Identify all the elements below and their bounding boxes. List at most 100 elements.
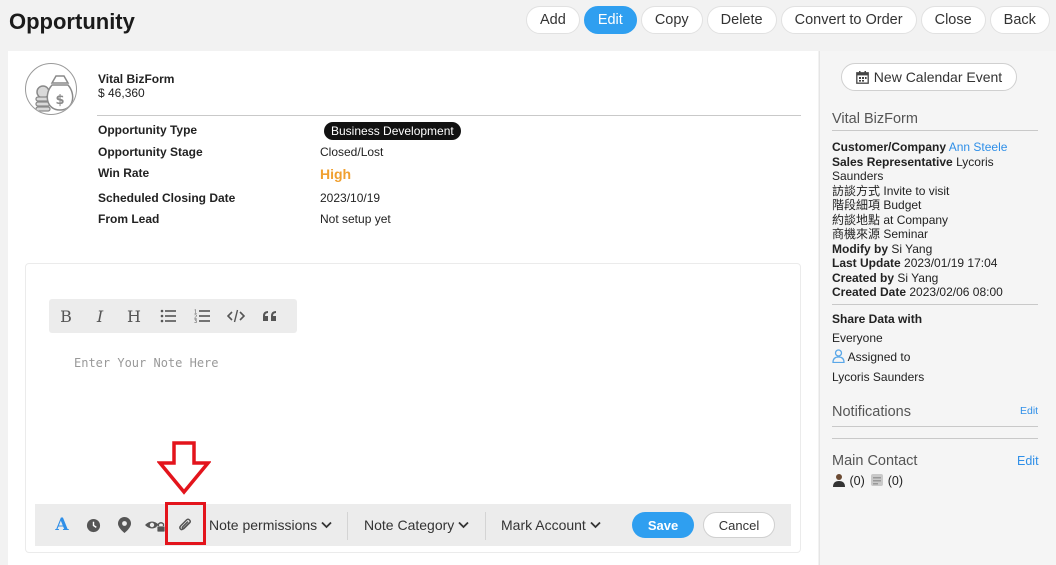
field-label-win-rate: Win Rate bbox=[98, 166, 150, 180]
calendar-icon bbox=[855, 70, 869, 84]
chevron-down-icon bbox=[458, 521, 469, 529]
detail-stage-item: 階段細項 Budget bbox=[832, 198, 1038, 213]
detail-customer-label: Customer/Company bbox=[832, 140, 947, 154]
sidebar-company-heading: Vital BizForm bbox=[832, 111, 918, 127]
share-everyone: Everyone bbox=[832, 331, 883, 345]
mark-account-label: Mark Account bbox=[501, 517, 586, 533]
new-calendar-event-button[interactable]: New Calendar Event bbox=[841, 63, 1017, 91]
detail-modify-by: Modify by Si Yang bbox=[832, 242, 1038, 257]
detail-source-value: Seminar bbox=[883, 227, 929, 241]
back-button[interactable]: Back bbox=[989, 6, 1050, 34]
notifications-edit-link[interactable]: Edit bbox=[1020, 405, 1038, 417]
svg-text:3: 3 bbox=[194, 319, 197, 323]
close-button[interactable]: Close bbox=[920, 6, 986, 34]
bold-icon[interactable]: B bbox=[49, 299, 83, 333]
attachment-highlight-box bbox=[165, 502, 206, 545]
header-divider bbox=[97, 115, 801, 116]
format-toolbar: B I H 123 bbox=[49, 299, 297, 333]
detail-visit-method: 訪談方式 Invite to visit bbox=[832, 184, 1038, 199]
detail-created-by: Created by Si Yang bbox=[832, 271, 1038, 286]
detail-meeting-place-label: 約談地點 bbox=[832, 212, 881, 227]
eye-lock-icon[interactable] bbox=[144, 516, 166, 534]
detail-visit-method-label: 訪談方式 bbox=[832, 183, 881, 198]
detail-last-update-label: Last Update bbox=[832, 256, 901, 270]
field-value-opportunity-stage: Closed/Lost bbox=[320, 145, 384, 159]
svg-text:$: $ bbox=[55, 93, 64, 108]
field-label-from-lead: From Lead bbox=[98, 212, 160, 226]
note-category-dropdown[interactable]: Note Category bbox=[364, 517, 469, 533]
detail-sales-rep-label: Sales Representative bbox=[832, 154, 953, 169]
italic-icon[interactable]: I bbox=[83, 299, 117, 333]
note-permissions-dropdown[interactable]: Note permissions bbox=[209, 517, 332, 533]
detail-created-date-value: 2023/02/06 08:00 bbox=[909, 285, 1003, 299]
contact-person-count: (0) bbox=[849, 474, 865, 488]
detail-stage-item-label: 階段細項 bbox=[832, 198, 881, 212]
field-label-opportunity-type: Opportunity Type bbox=[98, 123, 198, 137]
assigned-name: Lycoris Saunders bbox=[832, 370, 925, 384]
action-toolbar: Add Edit Copy Delete Convert to Order Cl… bbox=[526, 6, 1050, 34]
edit-button[interactable]: Edit bbox=[583, 6, 637, 34]
detail-created-by-label: Created by bbox=[832, 270, 895, 285]
note-editor: B I H 123 Enter Your Note Here A Note pe… bbox=[25, 263, 801, 553]
delete-button[interactable]: Delete bbox=[706, 6, 777, 34]
sidebar-divider bbox=[832, 304, 1038, 305]
chevron-down-icon bbox=[321, 521, 332, 529]
page-title: Opportunity bbox=[9, 9, 135, 34]
text-color-icon[interactable]: A bbox=[53, 515, 71, 535]
user-icon bbox=[832, 349, 845, 364]
detail-source: 商機來源 Seminar bbox=[832, 227, 1038, 242]
detail-sidebar: New Calendar Event Vital BizForm Custome… bbox=[819, 51, 1056, 565]
record-company-name: Vital BizForm bbox=[98, 72, 175, 86]
detail-sales-rep: Sales Representative Lycoris Saunders bbox=[832, 155, 1038, 184]
detail-created-by-value: Si Yang bbox=[897, 270, 939, 285]
detail-customer: Customer/Company Ann Steele bbox=[832, 140, 1038, 155]
note-footer: A Note permissions Note Category Mark Ac… bbox=[35, 504, 791, 546]
detail-last-update: Last Update 2023/01/19 17:04 bbox=[832, 256, 1038, 271]
detail-meeting-place: 約談地點 at Company bbox=[832, 213, 1038, 228]
main-contact-heading: Main Contact bbox=[832, 453, 918, 469]
copy-button[interactable]: Copy bbox=[640, 6, 703, 34]
add-button[interactable]: Add bbox=[526, 6, 580, 34]
location-pin-icon[interactable] bbox=[115, 516, 133, 534]
quote-icon[interactable] bbox=[253, 299, 287, 333]
detail-created-date: Created Date 2023/02/06 08:00 bbox=[832, 285, 1038, 300]
contact-card-icon bbox=[871, 474, 884, 486]
save-note-button[interactable]: Save bbox=[632, 512, 694, 538]
heading-icon[interactable]: H bbox=[117, 299, 151, 333]
convert-to-order-button[interactable]: Convert to Order bbox=[780, 6, 917, 34]
note-input[interactable]: Enter Your Note Here bbox=[74, 356, 219, 370]
field-label-opportunity-stage: Opportunity Stage bbox=[98, 145, 203, 159]
bullet-list-icon[interactable] bbox=[151, 299, 185, 333]
footer-separator bbox=[485, 512, 486, 540]
share-heading: Share Data with bbox=[832, 312, 923, 326]
chevron-down-icon bbox=[590, 521, 601, 529]
note-category-label: Note Category bbox=[364, 517, 455, 533]
sidebar-divider bbox=[832, 130, 1038, 131]
detail-modify-by-label: Modify by bbox=[832, 241, 888, 256]
detail-meeting-place-value: at Company bbox=[883, 212, 949, 227]
field-value-from-lead: Not setup yet bbox=[320, 212, 391, 226]
sidebar-divider bbox=[832, 438, 1038, 439]
share-assigned: Assigned to bbox=[832, 349, 1038, 365]
main-contact-edit-link[interactable]: Edit bbox=[1017, 454, 1039, 468]
record-amount: $ 46,360 bbox=[98, 86, 145, 100]
new-calendar-event-label: New Calendar Event bbox=[873, 69, 1003, 85]
notifications-heading: Notifications bbox=[832, 404, 911, 420]
clock-icon[interactable] bbox=[84, 516, 102, 534]
field-value-win-rate: High bbox=[320, 166, 352, 182]
main-contact-counts: (0) (0) bbox=[832, 473, 1038, 489]
code-icon[interactable] bbox=[219, 299, 253, 333]
detail-last-update-value: 2023/01/19 17:04 bbox=[904, 256, 998, 270]
arrow-down-icon bbox=[157, 441, 211, 495]
detail-stage-item-value: Budget bbox=[883, 198, 922, 212]
user-icon bbox=[833, 474, 845, 487]
detail-created-date-label: Created Date bbox=[832, 285, 907, 299]
field-label-closing-date: Scheduled Closing Date bbox=[98, 191, 236, 205]
field-value-closing-date: 2023/10/19 bbox=[320, 191, 381, 205]
customer-link[interactable]: Ann Steele bbox=[949, 140, 1008, 154]
mark-account-dropdown[interactable]: Mark Account bbox=[501, 517, 601, 533]
sidebar-divider bbox=[832, 426, 1038, 427]
numbered-list-icon[interactable]: 123 bbox=[185, 299, 219, 333]
opportunity-detail-card: $ Vital BizForm $ 46,360 Opportunity Typ… bbox=[8, 51, 818, 565]
cancel-note-button[interactable]: Cancel bbox=[703, 512, 775, 538]
